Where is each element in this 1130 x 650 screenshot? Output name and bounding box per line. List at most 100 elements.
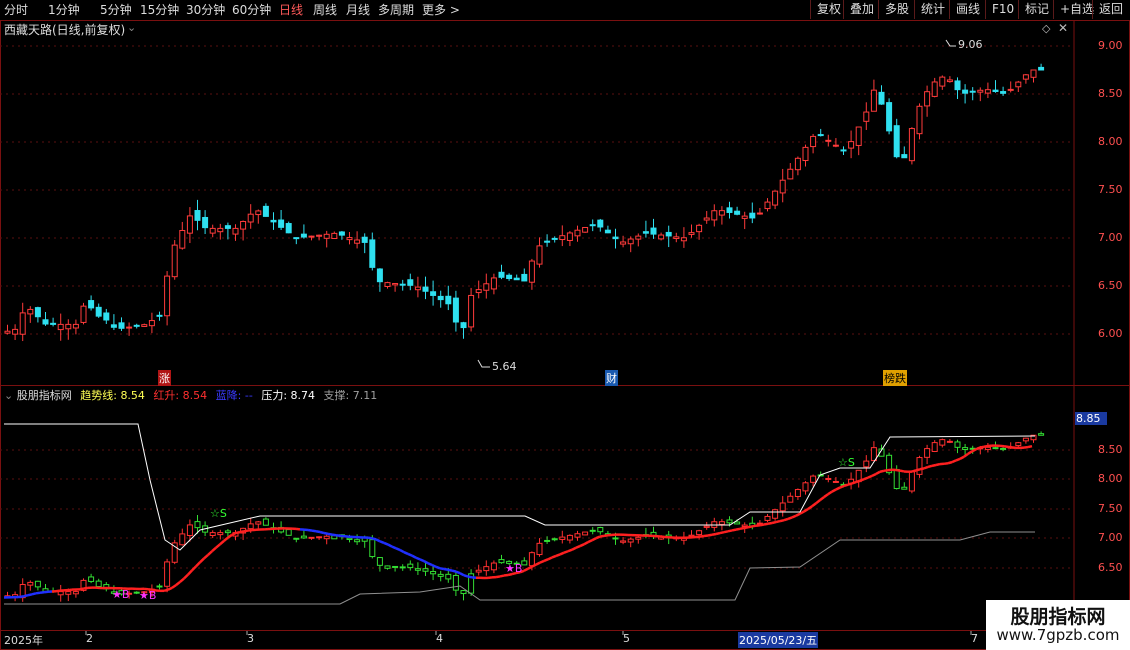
- indicator-candle-body: [407, 563, 414, 569]
- indicator-candle-body: [430, 571, 437, 575]
- indicator-candle-body: [369, 539, 376, 558]
- indicator-candle-body: [528, 552, 535, 567]
- high-marker-pointer: [945, 39, 956, 47]
- candle-body: [718, 210, 725, 216]
- candle-body: [65, 323, 72, 330]
- trend-line-segment: [227, 533, 233, 539]
- candle-body: [278, 219, 285, 228]
- candle-body: [711, 210, 718, 221]
- close-icon[interactable]: ✕: [1058, 21, 1068, 35]
- candle-body: [133, 324, 140, 327]
- y-tick: 9.00: [1098, 39, 1123, 52]
- trend-line-segment: [503, 573, 509, 577]
- indicator-candle-body: [696, 530, 703, 536]
- event-tag-finance[interactable]: 财: [605, 370, 618, 386]
- trend-line-segment: [895, 468, 901, 472]
- dropdown-chevron-icon[interactable]: ⌄: [127, 21, 136, 34]
- trend-line-segment: [899, 469, 905, 473]
- trend-line-segment: [743, 525, 749, 530]
- trend-line-segment: [55, 589, 61, 593]
- trend-line-segment: [867, 474, 873, 479]
- indicator-candle-body: [346, 537, 353, 540]
- candle-body: [141, 324, 148, 327]
- trend-line-segment: [919, 467, 925, 471]
- indicator-candle-body: [262, 518, 269, 526]
- trend-line-segment: [583, 541, 589, 546]
- trend-line-segment: [863, 476, 869, 481]
- candle-body: [437, 295, 444, 301]
- watermark-url: www.7gpzb.com: [996, 626, 1120, 644]
- time-label: 2025年: [4, 634, 43, 647]
- candle-body: [802, 146, 809, 162]
- indicator-candle-body: [179, 533, 186, 546]
- candle-body: [1038, 66, 1045, 71]
- candle-body: [878, 91, 885, 105]
- indicator-candle-body: [589, 529, 596, 532]
- legend-pressure-value: 8.74: [290, 389, 316, 402]
- indicator-name[interactable]: 股朋指标网: [17, 389, 72, 402]
- trend-line-segment: [179, 577, 185, 583]
- trend-line-segment: [819, 496, 825, 502]
- candle-body: [642, 231, 649, 234]
- trend-line-segment: [1023, 445, 1029, 449]
- trend-line-segment: [719, 530, 725, 535]
- trend-line-segment: [311, 529, 317, 533]
- indicator-candle-body: [832, 480, 839, 483]
- y-tick: 7.50: [1098, 502, 1123, 515]
- trend-line-segment: [243, 529, 249, 533]
- legend-chevron-icon[interactable]: ⌄: [4, 389, 13, 402]
- trend-line-segment: [439, 567, 445, 571]
- trend-line-segment: [571, 546, 577, 551]
- trend-line-segment: [707, 533, 713, 537]
- indicator-candle-body: [422, 568, 429, 572]
- trend-line-segment: [499, 574, 505, 578]
- trend-line-segment: [931, 463, 937, 468]
- trend-line-segment: [551, 554, 557, 559]
- trend-line-segment: [331, 533, 337, 537]
- trend-line-segment: [195, 561, 201, 568]
- indicator-candle-body: [916, 457, 923, 475]
- candle-body: [627, 238, 634, 245]
- indicator-candle-body: [498, 559, 505, 564]
- diamond-icon[interactable]: ◇: [1042, 22, 1050, 35]
- trend-line-segment: [911, 469, 917, 473]
- candle-body: [475, 289, 482, 294]
- trend-line-segment: [559, 551, 565, 556]
- indicator-candle-body: [620, 540, 627, 543]
- indicator-candle-body: [1015, 442, 1022, 447]
- candle-body: [1022, 74, 1029, 80]
- trend-line-segment: [523, 567, 529, 572]
- trend-line-segment: [815, 499, 821, 505]
- trend-line-segment: [567, 548, 573, 553]
- indicator-candle-body: [437, 573, 444, 577]
- trend-line-segment: [387, 543, 393, 548]
- candle-body: [156, 314, 163, 317]
- candle-body: [27, 308, 34, 315]
- event-tag-ranking-down[interactable]: 榜跌: [883, 370, 907, 386]
- trend-line-segment: [207, 550, 213, 556]
- sell-signal-label: ☆S: [838, 456, 855, 469]
- trend-line-segment: [391, 545, 397, 550]
- indicator-candle-body: [566, 534, 573, 541]
- candle-body: [726, 207, 733, 213]
- event-tag-limit-up[interactable]: 涨: [158, 370, 171, 386]
- candle-body: [901, 154, 908, 159]
- candle-body: [323, 233, 330, 239]
- trend-line-segment: [851, 480, 857, 485]
- trend-line-segment: [979, 445, 985, 449]
- indicator-candle-body: [544, 539, 551, 542]
- candle-body: [863, 111, 870, 122]
- candle-body: [293, 237, 300, 240]
- indicator-candle-body: [224, 530, 231, 534]
- candle-body: [650, 227, 657, 235]
- chart-canvas[interactable]: [0, 0, 1130, 650]
- indicator-candle-body: [300, 535, 307, 539]
- trend-line-segment: [399, 548, 405, 554]
- sell-signal-label: ☆S: [210, 507, 227, 520]
- candle-body: [566, 232, 573, 241]
- trend-line-segment: [451, 569, 457, 573]
- candle-body: [794, 157, 801, 171]
- indicator-candle-body: [57, 591, 64, 596]
- candle-body: [544, 240, 551, 243]
- candle-body: [88, 300, 95, 309]
